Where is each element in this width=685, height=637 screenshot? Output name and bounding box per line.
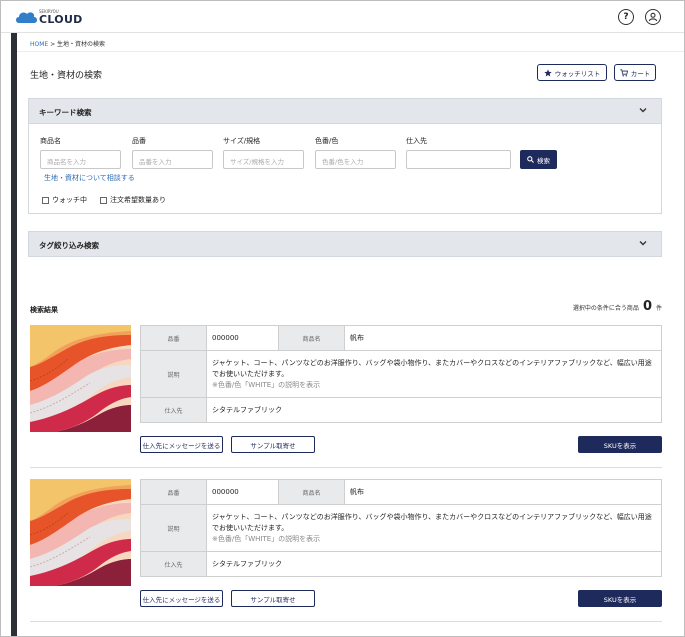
help-icon[interactable]: ? — [618, 9, 634, 25]
results-count-unit: 件 — [655, 305, 662, 312]
description-header: 説明 — [140, 350, 207, 398]
sample-request-button[interactable]: サンプル取寄せ — [231, 590, 315, 607]
product-code-value: 000000 — [206, 479, 279, 505]
chevron-down-icon — [639, 108, 647, 113]
fabric-swatch-image — [30, 325, 131, 432]
search-button-label: 検索 — [537, 156, 550, 165]
color-input[interactable]: 色番/色を入力 — [315, 150, 396, 169]
product-name-value[interactable]: 帆布 — [344, 479, 662, 505]
product-code-header: 品番 — [140, 479, 207, 505]
supplier-header: 仕入先 — [140, 397, 207, 423]
top-header: SEKIRYOU CLOUD ? — [1, 1, 684, 33]
watching-checkbox-box[interactable] — [42, 196, 49, 204]
chevron-down-icon — [639, 241, 647, 246]
product-code-value: 000000 — [206, 325, 279, 351]
description-header: 説明 — [140, 504, 207, 552]
tag-search-title: タグ絞り込み検索 — [39, 241, 99, 250]
show-sku-button[interactable]: SKUを表示 — [578, 590, 662, 607]
product-name-header: 商品名 — [278, 479, 345, 505]
size-label: サイズ/規格 — [223, 137, 261, 145]
results-count-label: 選択中の条件に合う商品 — [572, 305, 639, 312]
fabric-swatch-image — [30, 479, 131, 586]
description-cell: ジャケット、コート、パンツなどのお洋服作り、バッグや袋小物作り、またカバーやクロ… — [206, 350, 662, 398]
cart-button[interactable]: カート — [614, 64, 656, 81]
search-icon — [527, 156, 534, 163]
results-title: 検索結果 — [30, 306, 58, 314]
watchlist-button[interactable]: ウォッチリスト — [537, 64, 607, 81]
product-name-input[interactable]: 商品名を入力 — [40, 150, 121, 169]
show-sku-button[interactable]: SKUを表示 — [578, 436, 662, 453]
results-count: 選択中の条件に合う商品 0 件 — [573, 299, 662, 314]
description-note: ※色番/色「WHITE」の説明を表示 — [212, 380, 321, 389]
product-name-header: 商品名 — [278, 325, 345, 351]
card-divider — [30, 467, 662, 468]
order-quantity-checkbox-label: 注文希望数量あり — [110, 196, 166, 204]
product-code-input[interactable]: 品番を入力 — [132, 150, 213, 169]
supplier-header: 仕入先 — [140, 551, 207, 577]
watchlist-label: ウォッチリスト — [554, 69, 601, 78]
size-input[interactable]: サイズ/規格を入力 — [223, 150, 304, 169]
card-divider — [30, 621, 662, 622]
breadcrumb-separator: > — [48, 41, 58, 48]
breadcrumb-current: 生地・資材の検索 — [57, 41, 106, 48]
message-supplier-button[interactable]: 仕入先にメッセージを送る — [140, 436, 223, 453]
watching-checkbox[interactable]: ウォッチ中 — [42, 195, 87, 205]
product-info-table: 品番 000000 商品名 帆布 説明 ジャケット、コート、パンツなどのお洋服作… — [140, 325, 662, 423]
cloud-logo-icon — [16, 12, 37, 23]
description-text: ジャケット、コート、パンツなどのお洋服作り、バッグや袋小物作り、またカバーやクロ… — [212, 358, 652, 378]
keyword-search-panel: 商品名 商品名を入力 品番 品番を入力 サイズ/規格 サイズ/規格を入力 色番/… — [28, 124, 662, 214]
page-title: 生地・資材の検索 — [30, 71, 103, 81]
breadcrumb: HOME > 生地・資材の検索 — [30, 39, 105, 48]
cart-label: カート — [630, 69, 651, 78]
app-frame: SEKIRYOU CLOUD ? HOME > 生地・資材の検索 生地・資材の検… — [0, 0, 685, 637]
supplier-value: シタテルファブリック — [206, 397, 662, 423]
product-code-header: 品番 — [140, 325, 207, 351]
logo-title: CLOUD — [39, 13, 83, 26]
supplier-label: 仕入先 — [406, 137, 427, 145]
result-card: 品番 000000 商品名 帆布 説明 ジャケット、コート、パンツなどのお洋服作… — [30, 325, 662, 471]
fabric-thumbnail[interactable] — [30, 325, 131, 432]
description-note: ※色番/色「WHITE」の説明を表示 — [212, 534, 321, 543]
order-quantity-checkbox[interactable]: 注文希望数量あり — [100, 195, 166, 205]
result-card: 品番 000000 商品名 帆布 説明 ジャケット、コート、パンツなどのお洋服作… — [30, 479, 662, 625]
star-icon — [544, 68, 552, 76]
user-icon[interactable] — [645, 9, 661, 25]
keyword-search-title: キーワード検索 — [39, 108, 92, 117]
supplier-input[interactable] — [406, 150, 511, 169]
product-info-table: 品番 000000 商品名 帆布 説明 ジャケット、コート、パンツなどのお洋服作… — [140, 479, 662, 577]
product-code-label: 品番 — [132, 137, 146, 145]
main-content: HOME > 生地・資材の検索 生地・資材の検索 ウォッチリスト カート キーワ… — [17, 33, 684, 636]
fabric-thumbnail[interactable] — [30, 479, 131, 586]
tag-search-header[interactable]: タグ絞り込み検索 — [28, 231, 662, 257]
product-name-value[interactable]: 帆布 — [344, 325, 662, 351]
message-supplier-button[interactable]: 仕入先にメッセージを送る — [140, 590, 223, 607]
watching-checkbox-label: ウォッチ中 — [52, 196, 87, 204]
user-glyph-icon — [648, 12, 658, 22]
breadcrumb-home[interactable]: HOME — [30, 41, 48, 48]
product-name-label: 商品名 — [40, 137, 61, 145]
breadcrumb-divider — [17, 51, 684, 52]
search-button[interactable]: 検索 — [520, 150, 557, 169]
keyword-search-header[interactable]: キーワード検索 — [28, 98, 662, 124]
description-cell: ジャケット、コート、パンツなどのお洋服作り、バッグや袋小物作り、またカバーやクロ… — [206, 504, 662, 552]
results-count-number: 0 — [642, 299, 652, 314]
supplier-value: シタテルファブリック — [206, 551, 662, 577]
sample-request-button[interactable]: サンプル取寄せ — [231, 436, 315, 453]
cart-icon — [620, 68, 628, 77]
order-quantity-checkbox-box[interactable] — [100, 196, 107, 204]
consult-link[interactable]: 生地・資材について相談する — [44, 173, 135, 183]
description-text: ジャケット、コート、パンツなどのお洋服作り、バッグや袋小物作り、またカバーやクロ… — [212, 512, 652, 532]
color-label: 色番/色 — [315, 137, 339, 145]
